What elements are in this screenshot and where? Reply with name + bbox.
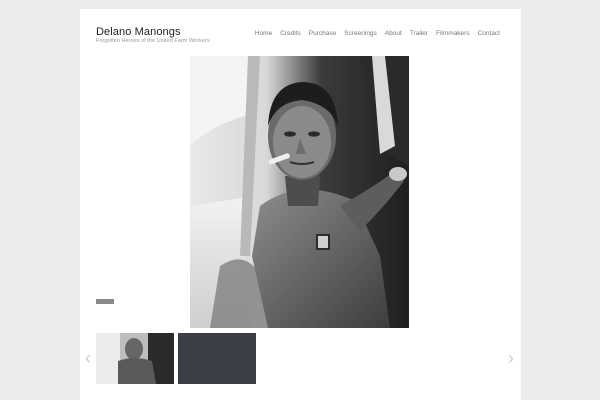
nav-item-contact[interactable]: Contact — [478, 30, 500, 37]
slide-caption-indicator — [96, 299, 114, 304]
nav-item-about[interactable]: About — [385, 30, 402, 37]
nav-item-purchase[interactable]: Purchase — [309, 30, 336, 37]
thumbnail-photo — [96, 333, 174, 384]
gallery-thumbnail-1[interactable] — [96, 333, 174, 384]
main-nav: Home Credits Purchase Screenings About T… — [247, 30, 500, 37]
nav-item-trailer[interactable]: Trailer — [410, 30, 428, 37]
nav-item-home[interactable]: Home — [255, 30, 272, 37]
site-title[interactable]: Delano Manongs — [96, 26, 181, 38]
page-container: Delano Manongs Forgotten Heroes of the U… — [80, 9, 521, 400]
photo-man-in-car — [190, 56, 409, 328]
nav-item-filmmakers[interactable]: Filmmakers — [436, 30, 470, 37]
chevron-right-icon[interactable]: › — [505, 348, 517, 368]
site-tagline: Forgotten Heroes of the United Farm Work… — [96, 38, 210, 44]
gallery-thumbnail-2[interactable] — [178, 333, 256, 384]
slideshow-main-image[interactable] — [190, 56, 409, 328]
nav-item-credits[interactable]: Credits — [280, 30, 301, 37]
nav-item-screenings[interactable]: Screenings — [344, 30, 377, 37]
chevron-left-icon[interactable]: ‹ — [82, 348, 94, 368]
